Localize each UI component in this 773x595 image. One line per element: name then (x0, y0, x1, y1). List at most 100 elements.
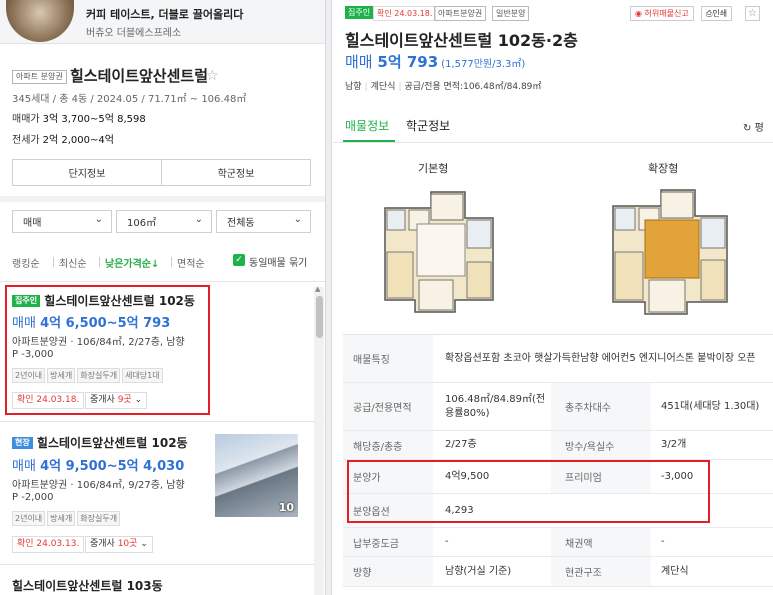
area-unit-label: 평 (754, 123, 764, 134)
ad-subtitle: 버츄오 더블에스프레소 (86, 28, 182, 39)
confirm-tag: 확인 24.03.18. (373, 6, 437, 21)
section-separator (0, 196, 325, 202)
row-label: 채권액 (551, 528, 651, 556)
tab-listing-info[interactable]: 매물정보 (345, 117, 389, 134)
area-select[interactable]: 106㎡ ⌄ (116, 210, 212, 233)
photo-count: 10 (278, 501, 294, 514)
price-per-area: (1,577만원/3.3㎡) (441, 59, 526, 70)
direction: 남향 (345, 82, 362, 92)
print-label: 인쇄 (712, 9, 728, 18)
row-value: - (445, 536, 449, 547)
agent-count-button[interactable]: 중개사 10곳 ⌄ (85, 536, 153, 553)
floor-plan-basic[interactable] (375, 180, 507, 320)
confirm-date: 확인 24.03.13. (12, 536, 85, 553)
sort-area[interactable]: 면적순 (177, 255, 205, 270)
row-label: 총주차대수 (551, 383, 651, 430)
complex-info-button[interactable]: 단지정보 (12, 159, 162, 186)
row-value: 3/2개 (661, 439, 687, 450)
agent-count: 10곳 (117, 539, 138, 549)
sale-type-tag: 일반분양 (492, 6, 530, 21)
ad-image (6, 0, 74, 42)
row-label: 해당층/총층 (343, 431, 433, 459)
complex-jeonse-price: 전세가 2억 2,000~4억 (12, 131, 114, 146)
feature-chips: 2년이내 방세개 화장실두개 (12, 511, 121, 526)
structure: 계단식 (370, 82, 396, 92)
tab-school-info[interactable]: 학군정보 (406, 117, 450, 134)
feature-chip: 화장실두개 (77, 511, 121, 526)
siren-icon: ◉ (635, 9, 642, 18)
report-label: 허위매물신고 (644, 9, 689, 18)
area-value: 106㎡ (127, 218, 157, 229)
complex-meta: 345세대 / 총 4동 / 2024.05 / 71.71㎡ ~ 106.48… (12, 94, 247, 105)
area-info: 공급/전용 면적:106.48㎡/84.89㎡ (404, 82, 542, 92)
favorite-star-icon[interactable]: ☆ (206, 68, 219, 84)
feature-chip: 방세개 (47, 511, 76, 526)
sort-divider (99, 257, 100, 267)
table-row: 해당층/총층 2/27층 방수/욕실수 3/2개 (343, 431, 773, 460)
sort-latest[interactable]: 최신순 (59, 255, 87, 270)
detail-title: 힐스테이트앞산센트럴 102동·2층 (345, 31, 578, 50)
row-value: 남향(거실 기준) (445, 565, 512, 577)
favorite-star-icon[interactable]: ☆ (745, 6, 760, 21)
sort-divider (53, 257, 54, 267)
sort-divider (171, 257, 172, 267)
group-checkbox-label: 동일매물 묶기 (249, 258, 308, 269)
listing-photo[interactable]: 10 (215, 434, 298, 517)
dong-select[interactable]: 전체동 ⌄ (216, 210, 311, 233)
row-value: 계단식 (661, 565, 689, 577)
listing-price: 매매 4억 9,500~5억 4,030 (12, 455, 184, 474)
scrollbar-thumb[interactable] (316, 296, 323, 338)
table-row: 매물특징 확장옵션포함 초코아 햇살가득한남향 에어컨5 엔지니어스톤 붙박이장… (343, 335, 773, 383)
listing-name: 힐스테이트앞산센트럴 103동 (12, 579, 163, 593)
owner-tag: 집주인 (345, 6, 374, 19)
listing-premium: P -2,000 (12, 492, 54, 503)
highlight-box (5, 285, 210, 415)
jeonse-price-label: 전세가 (12, 135, 40, 146)
row-label: 납부중도금 (343, 528, 433, 556)
listing-desc: 아파트분양권 · 106/84㎡, 9/27층, 남향 (12, 480, 185, 491)
print-button[interactable]: ⎙인쇄 (701, 6, 733, 21)
row-value: 451대(세대당 1.30대) (661, 400, 760, 412)
listing-detail-table: 매물특징 확장옵션포함 초코아 햇살가득한남향 에어컨5 엔지니어스톤 붙박이장… (343, 334, 773, 587)
complex-name: 힐스테이트앞산센트럴 (70, 67, 209, 85)
jeonse-price-value: 2억 2,000~4억 (42, 135, 114, 146)
row-value: - (661, 536, 665, 547)
row-value: 2/27층 (445, 439, 477, 450)
list-divider (0, 421, 325, 422)
complex-sale-price: 매매가 3억 3,700~5억 8,598 (12, 110, 146, 125)
table-row: 방향 남향(거실 기준) 현관구조 계단식 (343, 557, 773, 587)
ad-title: 커피 테이스트, 더블로 끌어올리다 (86, 8, 244, 21)
sort-low-price[interactable]: 낮은가격순↓ (105, 255, 159, 270)
refresh-icon: ↻ (743, 123, 752, 134)
ad-banner[interactable]: 커피 테이스트, 더블로 끌어올리다 버츄오 더블에스프레소 (0, 0, 325, 44)
row-label: 방향 (343, 557, 433, 586)
row-label: 방수/욕실수 (551, 431, 651, 459)
floor-plan-extended[interactable] (605, 180, 737, 320)
school-info-button[interactable]: 학군정보 (161, 159, 311, 186)
dong-value: 전체동 (227, 218, 255, 229)
group-checkbox[interactable]: ✓ (233, 254, 245, 266)
trade-type-select[interactable]: 매매 ⌄ (12, 210, 112, 233)
type-tag: 아파트분양권 (434, 6, 487, 21)
chevron-down-icon: ⌄ (140, 539, 148, 549)
chevron-down-icon: ⌄ (293, 214, 302, 225)
sort-ranking[interactable]: 랭킹순 (12, 255, 40, 270)
table-row: 납부중도금 - 채권액 - (343, 528, 773, 557)
price-kind: 매매 (345, 53, 373, 71)
scroll-up-icon[interactable]: ▲ (315, 285, 320, 293)
listing-name: 현장 힐스테이트앞산센트럴 102동 (12, 434, 188, 451)
table-row: 공급/전용면적 106.48㎡/84.89㎡(전용률80%) 총주차대수 451… (343, 383, 773, 431)
complex-type-badge: 아파트 분양권 (12, 70, 67, 84)
area-unit-toggle[interactable]: ↻ 평 (743, 119, 764, 134)
trade-type-value: 매매 (23, 218, 42, 229)
row-label: 매물특징 (343, 335, 433, 382)
site-tag: 현장 (12, 437, 33, 449)
sale-price-label: 매매가 (12, 114, 40, 125)
listing-name-text: 힐스테이트앞산센트럴 102동 (36, 436, 188, 450)
report-button[interactable]: ◉ 허위매물신고 (630, 6, 694, 21)
detail-price: 매매 5억 793 (1,577만원/3.3㎡) (345, 51, 525, 72)
plan-ext-caption: 확장형 (648, 162, 679, 175)
feature-chip: 2년이내 (12, 511, 46, 526)
row-label: 공급/전용면적 (343, 383, 433, 430)
panel-divider[interactable] (326, 0, 332, 595)
